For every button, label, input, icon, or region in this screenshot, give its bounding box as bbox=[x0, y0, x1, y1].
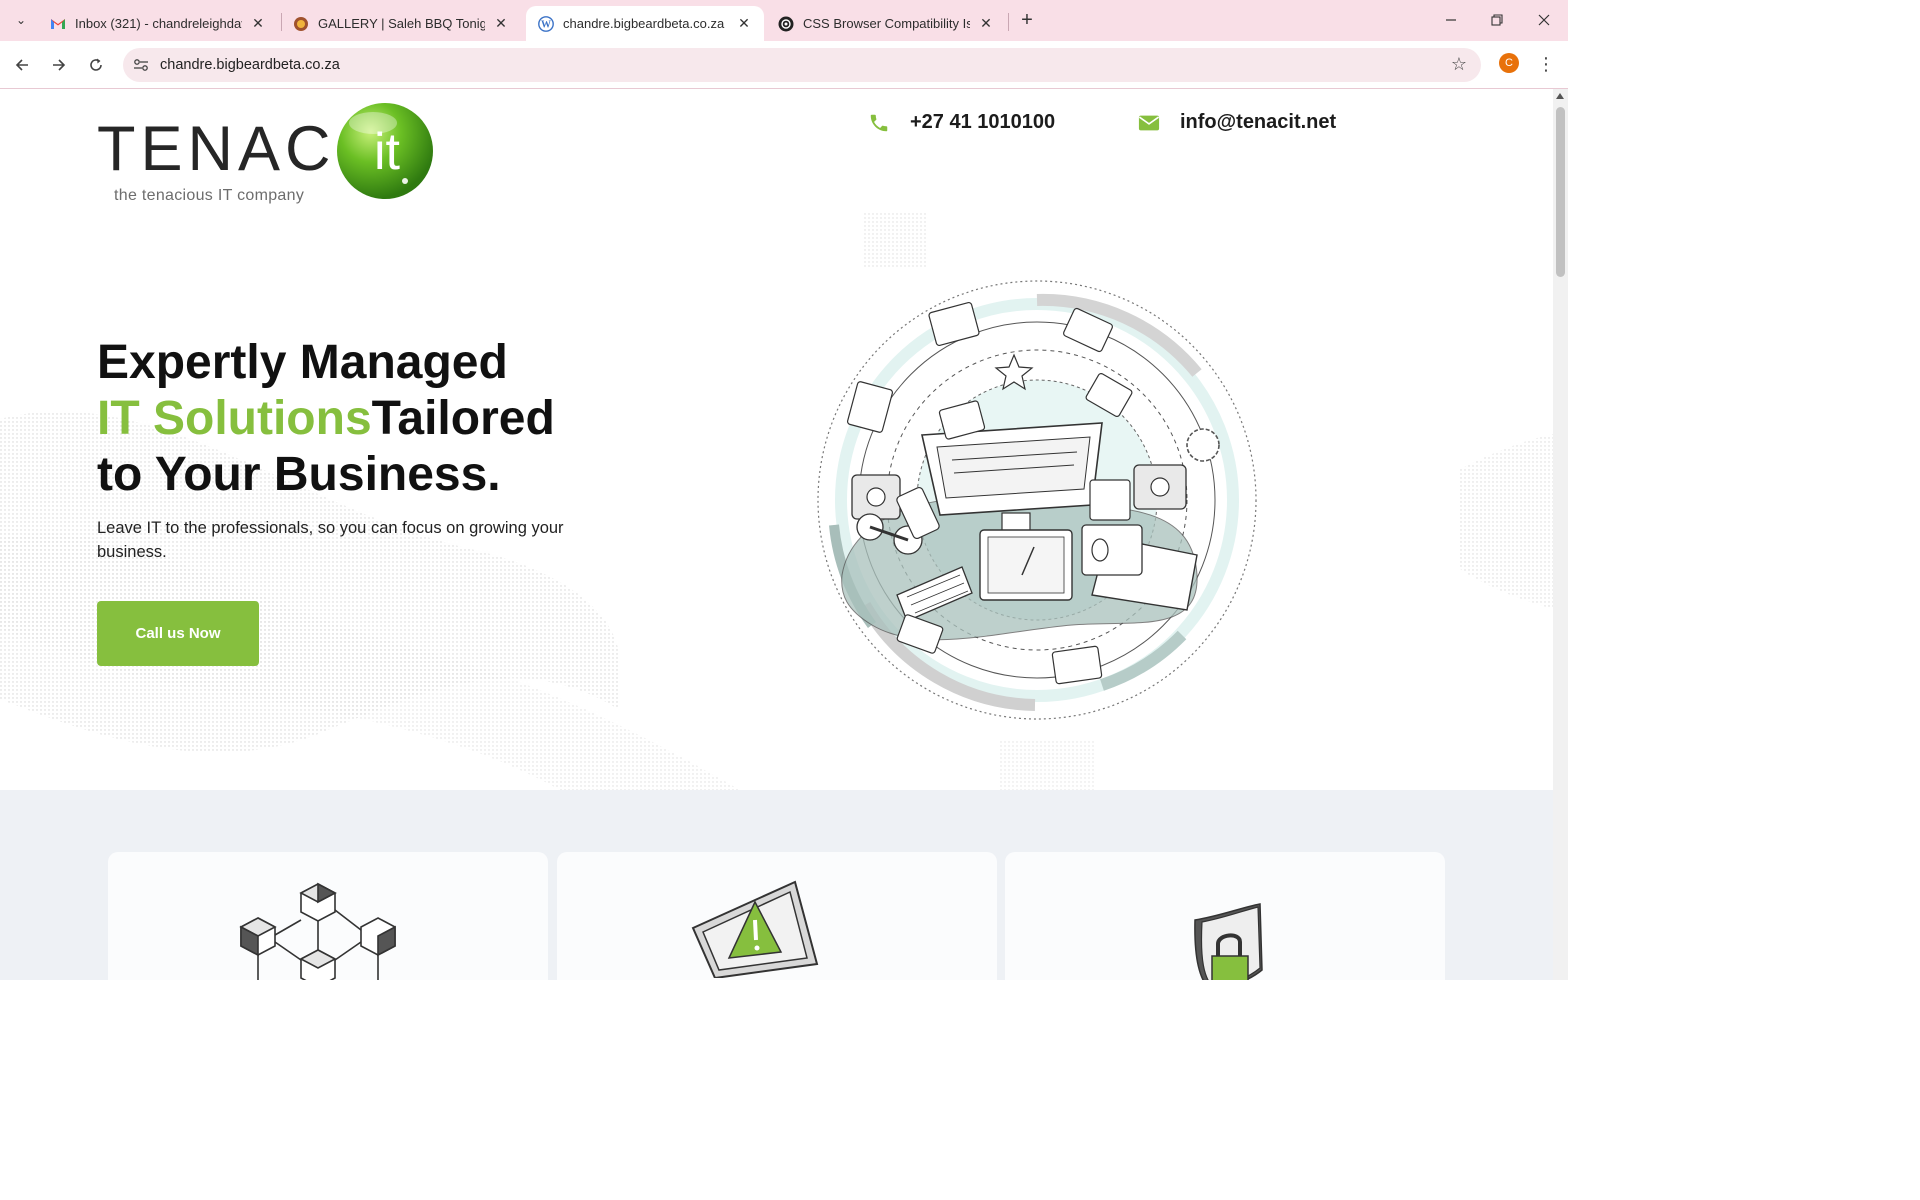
site-settings-icon[interactable] bbox=[132, 56, 150, 74]
headline-line-3: to Your Business. bbox=[97, 448, 501, 501]
phone-number: +27 41 1010100 bbox=[910, 111, 1056, 133]
openai-icon bbox=[778, 16, 794, 32]
forward-button[interactable] bbox=[45, 51, 73, 79]
headline-line-2-rest: Tailored bbox=[371, 392, 555, 445]
close-icon[interactable]: ✕ bbox=[250, 15, 266, 32]
new-tab-button[interactable]: + bbox=[1016, 8, 1038, 32]
tab-strip: ⌄ Inbox (321) - chandreleighdavies ✕ GAL… bbox=[0, 0, 1568, 41]
email-address: info@tenacit.net bbox=[1180, 111, 1337, 133]
headline-line-1: Expertly Managed bbox=[97, 336, 508, 389]
back-button[interactable] bbox=[8, 51, 36, 79]
feature-card[interactable] bbox=[108, 852, 548, 980]
tab-search-button[interactable]: ⌄ bbox=[8, 8, 34, 32]
tenacit-logo[interactable]: TENAC the tenacious IT company it bbox=[97, 101, 437, 204]
hero-headline: Expertly Managed IT SolutionsTailored to… bbox=[97, 335, 555, 503]
bbq-icon bbox=[293, 16, 309, 32]
envelope-icon bbox=[1138, 115, 1160, 130]
tab-title: CSS Browser Compatibility Issues bbox=[803, 16, 970, 31]
close-icon[interactable]: ✕ bbox=[493, 15, 509, 32]
it-workspace-illustration bbox=[817, 280, 1257, 720]
phone-icon bbox=[870, 114, 888, 131]
security-shield-icon bbox=[1194, 903, 1263, 980]
close-icon[interactable]: ✕ bbox=[978, 15, 994, 32]
scroll-up-arrow-icon[interactable] bbox=[1556, 93, 1564, 99]
logo-wordmark: TENAC bbox=[97, 114, 336, 184]
close-window-button[interactable] bbox=[1521, 6, 1567, 34]
bookmark-star-icon[interactable]: ☆ bbox=[1451, 54, 1467, 75]
network-cubes-icon bbox=[239, 882, 396, 980]
profile-avatar[interactable]: C bbox=[1499, 53, 1519, 73]
browser-menu-icon[interactable]: ⋮ bbox=[1536, 52, 1556, 76]
page-viewport: TENAC the tenacious IT company it +27 41… bbox=[0, 89, 1553, 980]
tab-bigbeard[interactable]: W chandre.bigbeardbeta.co.za ✕ bbox=[526, 6, 764, 41]
tab-title: GALLERY | Saleh BBQ Tonight bbox=[318, 16, 485, 31]
wordpress-icon: W bbox=[538, 15, 554, 32]
scrollbar-thumb[interactable] bbox=[1556, 107, 1565, 277]
call-us-now-button[interactable]: Call us Now bbox=[97, 601, 259, 666]
page-scrollbar[interactable] bbox=[1553, 89, 1568, 980]
close-icon[interactable]: ✕ bbox=[736, 15, 752, 32]
browser-toolbar: chandre.bigbeardbeta.co.za ☆ C ⋮ bbox=[0, 41, 1568, 89]
restore-button[interactable] bbox=[1474, 6, 1520, 34]
monitor-warning-icon bbox=[691, 880, 819, 978]
tab-css-compat[interactable]: CSS Browser Compatibility Issues ✕ bbox=[766, 6, 1006, 41]
tab-title: Inbox (321) - chandreleighdavies bbox=[75, 16, 242, 31]
gmail-icon bbox=[50, 16, 66, 32]
headline-highlight: IT Solutions bbox=[97, 392, 372, 445]
url-text: chandre.bigbeardbeta.co.za bbox=[160, 57, 340, 73]
svg-text:W: W bbox=[541, 19, 551, 30]
tab-gmail[interactable]: Inbox (321) - chandreleighdavies ✕ bbox=[38, 6, 278, 41]
logo-it-ball-icon: it bbox=[337, 103, 433, 199]
logo-badge-text: it bbox=[374, 123, 401, 181]
tab-separator bbox=[1008, 13, 1009, 31]
address-bar[interactable]: chandre.bigbeardbeta.co.za ☆ bbox=[123, 48, 1481, 82]
email-contact[interactable]: info@tenacit.net bbox=[1138, 111, 1336, 134]
reload-button[interactable] bbox=[82, 51, 110, 79]
hero-subtext: Leave IT to the professionals, so you ca… bbox=[97, 519, 564, 561]
minimize-button[interactable] bbox=[1428, 6, 1474, 34]
features-section bbox=[0, 790, 1553, 980]
feature-card[interactable] bbox=[1005, 852, 1445, 980]
tab-title: chandre.bigbeardbeta.co.za bbox=[563, 16, 725, 31]
tab-gallery[interactable]: GALLERY | Saleh BBQ Tonight ✕ bbox=[281, 6, 521, 41]
feature-card[interactable] bbox=[557, 852, 997, 980]
phone-contact[interactable]: +27 41 1010100 bbox=[868, 111, 1055, 134]
logo-tagline: the tenacious IT company bbox=[114, 187, 305, 204]
